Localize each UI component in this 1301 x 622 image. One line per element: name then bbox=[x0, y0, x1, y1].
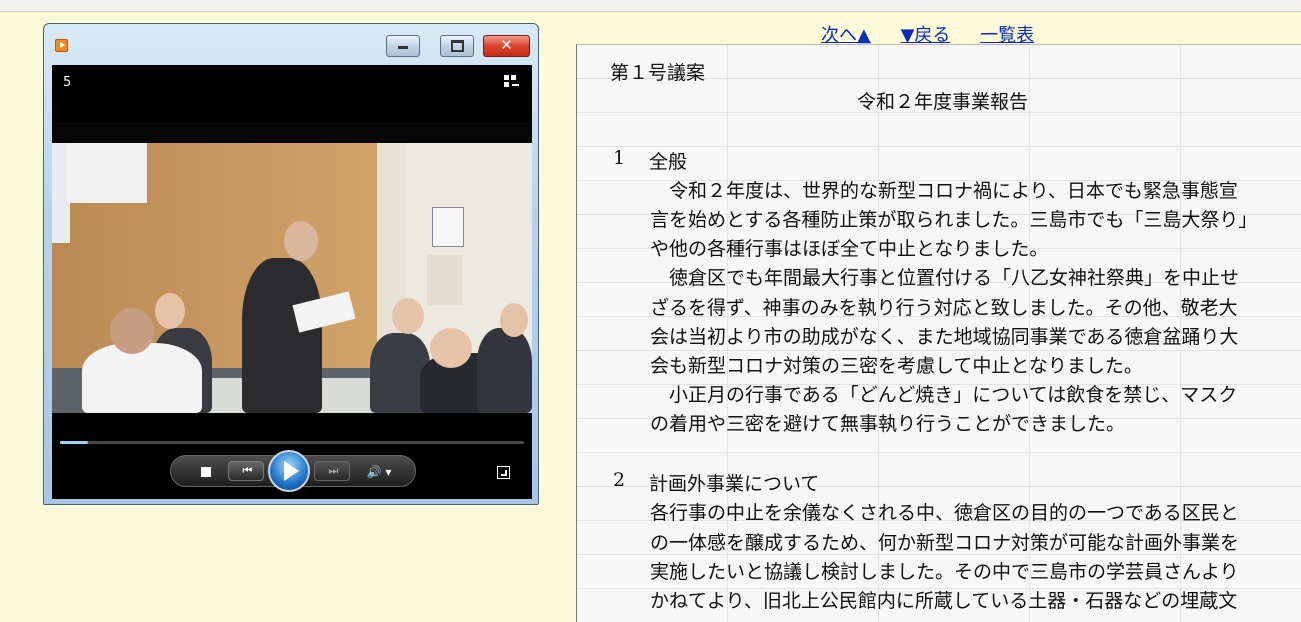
list-link[interactable]: 一覧表 bbox=[980, 25, 1034, 46]
close-icon: ✕ bbox=[500, 36, 513, 54]
paragraph-line: 実施したいと協議し検討しました。その中で三島市の学芸員さんより bbox=[650, 561, 1239, 583]
paragraph-line: 言を始めとする各種防止策が取られました。三島市でも「三島大祭り」 bbox=[650, 209, 1258, 231]
paragraph-line: 令和２年度は、世界的な新型コロナ禍により、日本でも緊急事態宣 bbox=[650, 180, 1238, 202]
video-wall-poster bbox=[432, 207, 464, 247]
minimize-button[interactable] bbox=[386, 35, 420, 57]
document-title: 令和２年度事業報告 bbox=[857, 91, 1029, 113]
paragraph-line: 各行事の中止を余儀なくされる中、徳倉区の目的の一つである区民と bbox=[650, 502, 1239, 524]
close-button[interactable]: ✕ bbox=[483, 35, 530, 57]
video-person-far-right-head bbox=[500, 303, 528, 337]
video-window-top bbox=[67, 143, 147, 203]
paragraph-line: 会は当初より市の助成がなく、また地域協同事業である徳倉盆踊り大 bbox=[650, 326, 1239, 348]
maximize-icon bbox=[450, 40, 464, 52]
previous-button[interactable]: ⏮ bbox=[228, 461, 264, 481]
paragraph-line: の一体感を醸成するため、何か新型コロナ対策が可能な計画外事業を bbox=[650, 532, 1240, 554]
paragraph-line: 会も新型コロナ対策の三密を考慮して中止となりました。 bbox=[650, 355, 1143, 377]
minimize-icon bbox=[398, 46, 408, 49]
video-cabinet bbox=[427, 255, 462, 305]
section-number: 1 bbox=[613, 147, 626, 169]
next-icon: ⏭ bbox=[328, 464, 339, 477]
video-person-far-right bbox=[477, 328, 532, 413]
playback-controls: ⏮ ⏭ 🔊 ▾ bbox=[170, 450, 416, 492]
video-person-front-head bbox=[110, 308, 154, 354]
maximize-button[interactable] bbox=[440, 35, 474, 57]
next-button[interactable]: ⏭ bbox=[314, 461, 350, 481]
switch-to-library-icon[interactable] bbox=[504, 75, 520, 89]
paragraph-line: 小正月の行事である「どんど焼き」については飲食を禁じ、マスク bbox=[650, 384, 1238, 406]
video-person-back-head bbox=[430, 328, 472, 368]
video-person-left-head bbox=[155, 293, 185, 329]
previous-icon: ⏮ bbox=[242, 464, 253, 477]
video-person-right-head bbox=[392, 298, 424, 334]
next-link[interactable]: 次へ▲ bbox=[821, 25, 871, 46]
seek-bar-fill bbox=[60, 441, 88, 444]
seek-bar[interactable] bbox=[60, 441, 524, 444]
volume-button[interactable]: 🔊 ▾ bbox=[361, 464, 397, 480]
play-button[interactable] bbox=[268, 450, 310, 492]
page-navigation: 次へ▲ ▼戻る 一覧表 bbox=[821, 21, 1058, 46]
section-number: 2 bbox=[613, 469, 626, 491]
media-player-app-icon bbox=[55, 39, 68, 52]
paragraph-line: 徳倉区でも年間最大行事と位置付ける「八乙女神社祭典」を中止せ bbox=[650, 267, 1240, 289]
title-bar[interactable]: ✕ bbox=[44, 24, 538, 64]
video-speaker-head bbox=[284, 221, 318, 261]
section-heading: 全般 bbox=[649, 151, 688, 173]
paragraph-line: かねてより、旧北上公民館内に所蔵している土器・石器などの埋蔵文 bbox=[650, 590, 1238, 612]
back-link[interactable]: ▼戻る bbox=[901, 25, 951, 46]
video-frame bbox=[52, 143, 532, 413]
section-heading: 計画外事業について bbox=[649, 473, 820, 495]
paragraph-line: の着用や三密を避けて無事執り行うことができました。 bbox=[650, 413, 1126, 435]
video-person-front bbox=[82, 343, 202, 413]
document-scan: 第１号議案 令和２年度事業報告 1 全般 令和２年度は、世界的な新型コロナ禍によ… bbox=[576, 44, 1301, 622]
letterbox-band bbox=[52, 121, 532, 143]
bill-number: 第１号議案 bbox=[610, 62, 706, 84]
fullscreen-icon[interactable] bbox=[497, 466, 510, 479]
media-player-window: ✕ 5 ⏮ ⏭ 🔊 ▾ bbox=[43, 23, 539, 505]
menu-bar bbox=[0, 0, 1301, 12]
paragraph-line: ざるを得ず、神事のみを執り行う対応と致しました。その他、敬老大 bbox=[650, 297, 1238, 319]
video-speaker bbox=[242, 258, 322, 413]
paragraph-line: や他の各種行事はほぼ全て中止となりました。 bbox=[650, 238, 1049, 260]
stop-button[interactable] bbox=[201, 467, 211, 477]
video-screen[interactable]: 5 ⏮ ⏭ 🔊 ▾ bbox=[52, 65, 532, 499]
chapter-number: 5 bbox=[63, 75, 72, 90]
volume-icon: 🔊 ▾ bbox=[366, 465, 392, 479]
